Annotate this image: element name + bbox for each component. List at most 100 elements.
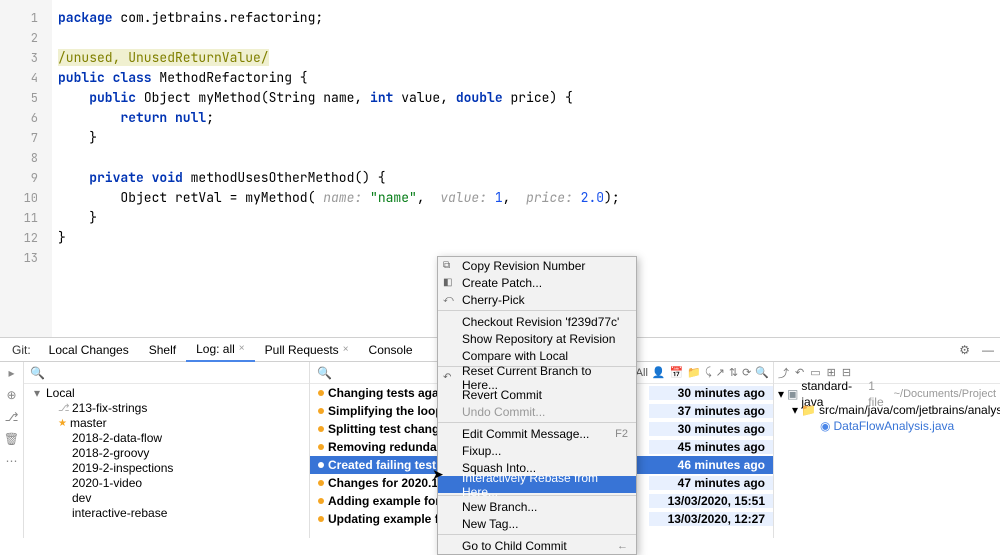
line-number: 4 — [0, 68, 52, 88]
refresh-icon[interactable]: ⟳ — [742, 366, 751, 379]
line-number: 5 — [0, 88, 52, 108]
code-line[interactable] — [52, 148, 1000, 168]
java-file-icon: ◉ — [820, 418, 830, 434]
menu-separator — [438, 534, 636, 535]
menu-item[interactable]: ⧉Copy Revision Number — [438, 257, 636, 274]
menu-shortcut: ← — [617, 540, 628, 552]
code-line[interactable]: } — [52, 228, 1000, 248]
menu-item-label: Revert Commit — [462, 388, 542, 402]
menu-item[interactable]: Go to Child Commit← — [438, 537, 636, 554]
commit-time: 13/03/2020, 15:51 — [649, 494, 773, 508]
graph-node — [314, 480, 328, 486]
menu-item[interactable]: Interactively Rebase from Here... — [438, 476, 636, 493]
graph-node — [314, 390, 328, 396]
menu-item[interactable]: Fixup... — [438, 442, 636, 459]
line-number: 2 — [0, 28, 52, 48]
project-node[interactable]: ▾ ▣ standard-java 1 file ~/Documents/Pro… — [778, 386, 996, 402]
menu-item-label: Compare with Local — [462, 349, 568, 363]
menu-item[interactable]: Show Repository at Revision — [438, 330, 636, 347]
code-line[interactable]: Object retVal = myMethod( name: "name", … — [52, 188, 1000, 208]
push-icon[interactable]: ↗ — [716, 366, 725, 379]
menu-item[interactable]: New Branch... — [438, 498, 636, 515]
graph-node — [314, 498, 328, 504]
minimize-icon[interactable]: — — [976, 343, 1000, 357]
branch-item[interactable]: ★master — [34, 416, 309, 431]
menu-separator — [438, 422, 636, 423]
date-filter-icon[interactable]: 📅 — [670, 366, 684, 379]
line-number: 13 — [0, 248, 52, 268]
menu-item-icon: ⤺ — [443, 294, 454, 305]
menu-item[interactable]: New Tag... — [438, 515, 636, 532]
menu-item-icon: ◧ — [443, 277, 452, 288]
panel-tab[interactable]: Log: all× — [186, 338, 255, 362]
branch-search[interactable]: 🔍 — [24, 362, 309, 384]
folder-node[interactable]: ▾ 📁 src/main/java/com/jetbrains/analysis… — [778, 402, 996, 418]
close-icon[interactable]: × — [343, 344, 349, 355]
line-number: 11 — [0, 208, 52, 228]
code-line[interactable]: public class MethodRefactoring { — [52, 68, 1000, 88]
line-number: 3 — [0, 48, 52, 68]
panel-tab[interactable]: Console — [359, 338, 423, 362]
menu-item-label: Cherry-Pick — [462, 293, 525, 307]
menu-item[interactable]: ⤺ Cherry-Pick — [438, 291, 636, 308]
more-icon[interactable]: ⋯ — [6, 454, 18, 468]
project-icon: ▣ — [787, 386, 798, 402]
menu-item[interactable]: ↶Reset Current Branch to Here... — [438, 369, 636, 386]
gear-icon[interactable]: ⚙ — [953, 343, 976, 357]
line-gutter: 12345678910111213 — [0, 0, 52, 337]
code-line[interactable]: public Object myMethod(String name, int … — [52, 88, 1000, 108]
line-number: 7 — [0, 128, 52, 148]
code-line[interactable]: private void methodUsesOtherMethod() { — [52, 168, 1000, 188]
chevron-down-icon: ▾ — [778, 386, 784, 402]
panel-title: Git: — [4, 343, 39, 357]
search-icon: 🔍 — [30, 366, 45, 380]
menu-shortcut: F2 — [615, 428, 628, 440]
expand-icon[interactable]: ▸ — [8, 366, 14, 380]
code-line[interactable]: } — [52, 128, 1000, 148]
collapse-icon[interactable]: ⊕ — [6, 388, 16, 402]
branch-item[interactable]: ⎇213-fix-strings — [34, 401, 309, 416]
search-everywhere-icon[interactable]: 🔍 — [755, 366, 769, 379]
panel-tab[interactable]: Local Changes — [39, 338, 139, 362]
menu-item[interactable]: ◧Create Patch... — [438, 274, 636, 291]
branch-item[interactable]: 2020-1-video — [34, 476, 309, 491]
user-filter-icon[interactable]: 👤 — [652, 366, 666, 379]
panel-tab[interactable]: Shelf — [139, 338, 186, 362]
code-line[interactable]: package com.jetbrains.refactoring; — [52, 8, 1000, 28]
menu-item-label: New Branch... — [462, 500, 537, 514]
code-line[interactable]: return null; — [52, 108, 1000, 128]
changed-files-pane: ⤴ ↶ ▭ ⊞ ⊟ ▾ ▣ standard-java 1 file ~/Doc… — [774, 362, 1000, 538]
line-number: 6 — [0, 108, 52, 128]
branch-item[interactable]: interactive-rebase — [34, 506, 309, 521]
menu-item[interactable]: Revert Commit — [438, 386, 636, 403]
file-node[interactable]: ◉ DataFlowAnalysis.java — [778, 418, 996, 434]
menu-item[interactable]: Edit Commit Message...F2 — [438, 425, 636, 442]
delete-icon[interactable]: 🗑 — [4, 432, 19, 446]
menu-item[interactable]: Compare with Local — [438, 347, 636, 364]
intellisort-icon[interactable]: ⇅ — [729, 366, 738, 379]
star-icon: ★ — [58, 416, 67, 431]
path-filter-icon[interactable]: 📁 — [687, 366, 701, 379]
panel-tab[interactable]: Pull Requests× — [255, 338, 359, 362]
graph-node — [314, 426, 328, 432]
branch-item[interactable]: 2018-2-data-flow — [34, 431, 309, 446]
cherry-pick-icon[interactable]: ⤹ — [705, 366, 712, 379]
menu-item-icon: ↶ — [443, 372, 451, 383]
show-diff-icon[interactable]: ⤴ — [778, 365, 789, 381]
branch-item[interactable]: 2019-2-inspections — [34, 461, 309, 476]
commit-time: 30 minutes ago — [649, 422, 773, 436]
branch-item[interactable]: 2018-2-groovy — [34, 446, 309, 461]
menu-item-label: Show Repository at Revision — [462, 332, 615, 346]
code-line[interactable] — [52, 28, 1000, 48]
code-line[interactable]: /unused, UnusedReturnValue/ — [52, 48, 1000, 68]
commit-time: 30 minutes ago — [649, 386, 773, 400]
line-number: 12 — [0, 228, 52, 248]
code-line[interactable]: } — [52, 208, 1000, 228]
new-branch-icon[interactable]: ⎇ — [5, 410, 19, 424]
branch-group[interactable]: ▾Local — [34, 386, 309, 401]
close-icon[interactable]: × — [239, 343, 245, 354]
branch-item[interactable]: dev — [34, 491, 309, 506]
chevron-down-icon[interactable]: ▾ — [34, 386, 46, 401]
menu-item-icon: ⧉ — [443, 260, 450, 271]
menu-item[interactable]: Checkout Revision 'f239d77c' — [438, 313, 636, 330]
